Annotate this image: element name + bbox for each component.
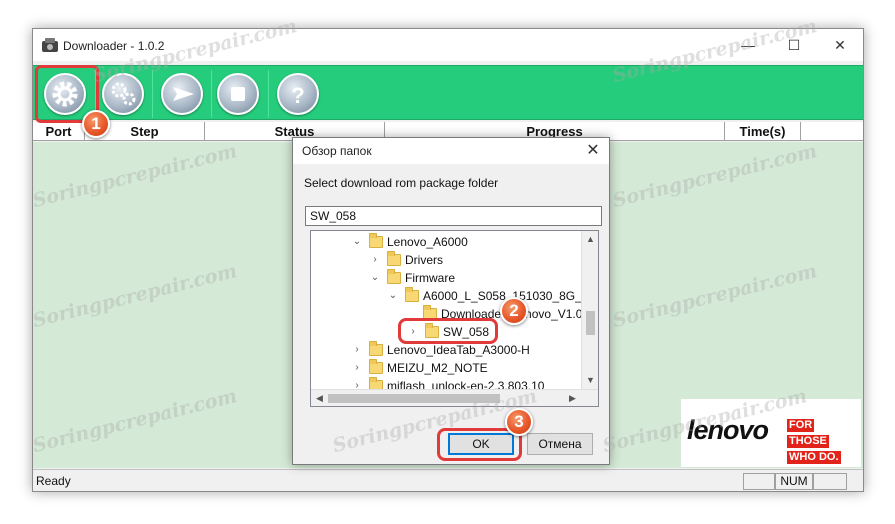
scroll-down-icon[interactable]: ▼ bbox=[582, 372, 598, 389]
dialog-title-bar[interactable]: Обзор папок ✕ bbox=[293, 138, 609, 164]
gears-icon bbox=[111, 82, 136, 106]
folder-icon bbox=[369, 359, 383, 374]
highlight-sw058-folder bbox=[398, 318, 498, 344]
window-title: Downloader - 1.0.2 bbox=[63, 39, 165, 53]
start-button[interactable] bbox=[161, 73, 203, 115]
vertical-scroll-thumb[interactable] bbox=[586, 311, 595, 335]
dialog-title: Обзор папок bbox=[302, 144, 372, 158]
tree-item-label: Drivers bbox=[405, 253, 443, 267]
step-badge-1: 1 bbox=[82, 110, 110, 138]
chevron-down-icon[interactable]: ⌄ bbox=[387, 287, 399, 305]
scroll-right-icon[interactable]: ▶ bbox=[564, 390, 581, 406]
folder-icon bbox=[405, 287, 419, 302]
chevron-right-icon[interactable]: › bbox=[369, 251, 381, 269]
chevron-right-icon[interactable]: › bbox=[351, 341, 363, 359]
status-indicator-empty bbox=[813, 473, 847, 490]
logo-tagline-3: WHO DO. bbox=[787, 451, 841, 464]
advanced-settings-button[interactable] bbox=[102, 73, 144, 115]
stop-icon bbox=[231, 87, 245, 101]
folder-path-input[interactable] bbox=[305, 206, 602, 226]
tree-item[interactable]: ⌄ Lenovo_A6000 bbox=[311, 233, 581, 251]
minimize-button[interactable]: — bbox=[725, 29, 771, 61]
toolbar-separator bbox=[152, 70, 153, 118]
column-header-time[interactable]: Time(s) bbox=[725, 122, 801, 141]
scroll-up-icon[interactable]: ▲ bbox=[582, 231, 598, 248]
chevron-right-icon[interactable]: › bbox=[351, 359, 363, 377]
logo-tagline-2: THOSE bbox=[787, 435, 829, 448]
highlight-ok-button bbox=[437, 428, 522, 461]
status-bar: Ready NUM bbox=[33, 469, 863, 491]
tree-item[interactable]: › MEIZU_M2_NOTE bbox=[311, 359, 581, 377]
stop-button[interactable] bbox=[217, 73, 259, 115]
tree-vertical-scrollbar[interactable]: ▲ ▼ bbox=[581, 231, 598, 389]
close-button[interactable]: ✕ bbox=[817, 29, 863, 61]
toolbar: ? bbox=[33, 65, 863, 120]
svg-text:?: ? bbox=[291, 83, 304, 108]
status-indicator-empty bbox=[743, 473, 775, 490]
maximize-button[interactable]: ☐ bbox=[771, 29, 817, 61]
horizontal-scroll-thumb[interactable] bbox=[328, 394, 500, 403]
toolbar-separator bbox=[211, 70, 212, 118]
tree-item[interactable]: › Drivers bbox=[311, 251, 581, 269]
dialog-prompt: Select download rom package folder bbox=[304, 176, 499, 190]
title-bar[interactable]: Downloader - 1.0.2 — ☐ ✕ bbox=[33, 29, 863, 61]
scroll-left-icon[interactable]: ◀ bbox=[311, 390, 328, 406]
tree-item[interactable]: ⌄ Firmware bbox=[311, 269, 581, 287]
tree-item-label: Firmware bbox=[405, 271, 455, 285]
browse-folder-dialog: Обзор папок ✕ Select download rom packag… bbox=[292, 137, 610, 465]
step-badge-3: 3 bbox=[505, 408, 533, 436]
dialog-close-button[interactable]: ✕ bbox=[583, 141, 603, 161]
logo-tagline-1: FOR bbox=[787, 419, 815, 432]
question-icon: ? bbox=[291, 83, 304, 108]
play-icon bbox=[173, 87, 194, 101]
toolbar-separator bbox=[268, 70, 269, 118]
tree-item[interactable]: ⌄ A6000_L_S058_151030_8G_RO bbox=[311, 287, 598, 305]
folder-icon bbox=[369, 233, 383, 248]
chevron-down-icon[interactable]: ⌄ bbox=[351, 233, 363, 251]
status-text: Ready bbox=[36, 474, 71, 488]
step-badge-2: 2 bbox=[500, 297, 528, 325]
tree-item-label: Lenovo_A6000 bbox=[387, 235, 468, 249]
tree-horizontal-scrollbar[interactable]: ◀ ▶ bbox=[311, 389, 598, 406]
lenovo-logo: lenovo FOR THOSE WHO DO. bbox=[681, 399, 861, 467]
num-lock-indicator: NUM bbox=[775, 473, 813, 490]
cancel-button[interactable]: Отмена bbox=[527, 433, 593, 455]
tree-item-label: MEIZU_M2_NOTE bbox=[387, 361, 488, 375]
chevron-down-icon[interactable]: ⌄ bbox=[369, 269, 381, 287]
help-button[interactable]: ? bbox=[277, 73, 319, 115]
app-icon bbox=[42, 38, 58, 52]
column-header-port[interactable]: Port bbox=[33, 122, 85, 141]
folder-icon bbox=[387, 269, 401, 284]
lenovo-wordmark: lenovo bbox=[687, 415, 769, 445]
folder-icon bbox=[387, 251, 401, 266]
folder-icon bbox=[369, 341, 383, 356]
